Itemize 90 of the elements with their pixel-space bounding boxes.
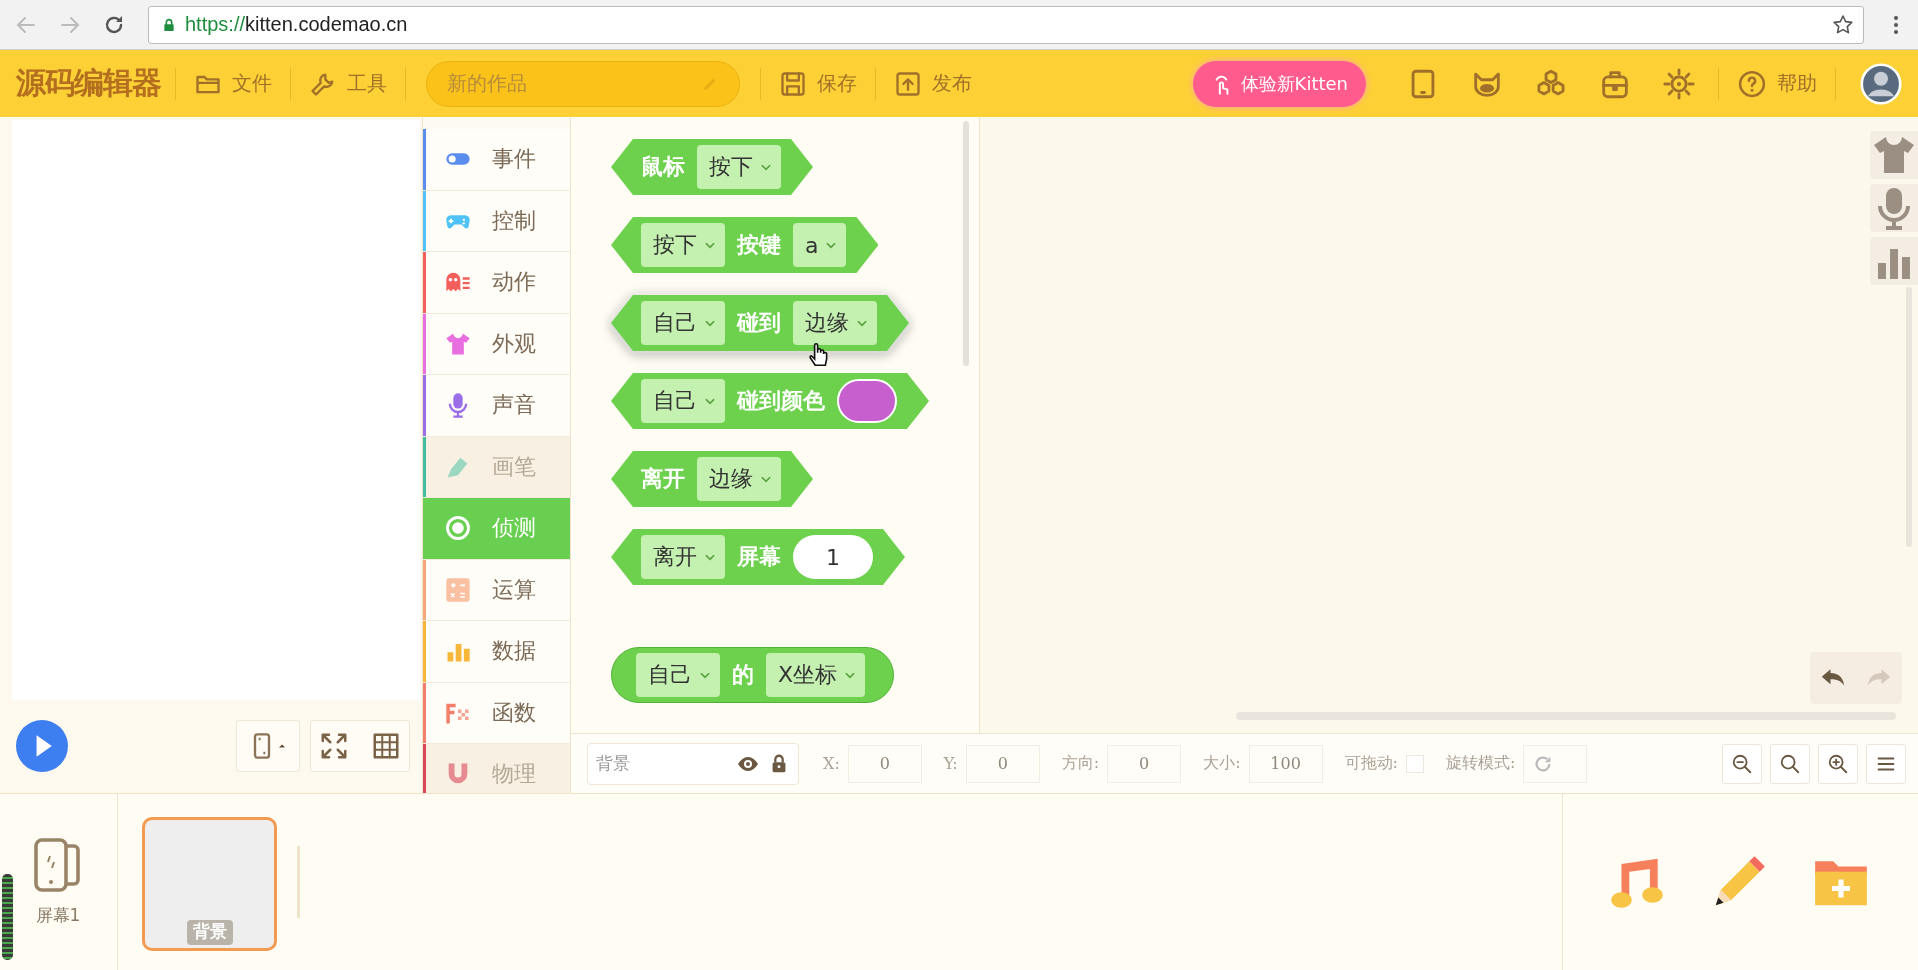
help-icon xyxy=(1737,68,1767,99)
menu-button[interactable]: 文件 xyxy=(190,69,276,98)
code-block[interactable]: 自己 碰到 边缘 xyxy=(611,295,909,351)
address-bar[interactable]: https://kitten.codemao.cn xyxy=(148,5,1864,44)
category-item[interactable]: 外观 xyxy=(423,313,570,375)
number-input[interactable]: 1 xyxy=(793,535,873,579)
property-label: 可拖动: xyxy=(1344,753,1398,774)
block-label: 离开 xyxy=(641,465,685,493)
property-input[interactable]: 0 xyxy=(1107,744,1182,783)
code-block[interactable]: 离开 边缘 xyxy=(611,451,813,507)
toolbar-button[interactable]: 发布 xyxy=(890,69,976,98)
code-block[interactable]: 鼠标 按下 xyxy=(611,139,813,195)
block-dropdown[interactable]: 边缘 xyxy=(793,301,877,345)
category-item[interactable]: 函数 xyxy=(423,682,570,744)
block-label: 碰到 xyxy=(737,309,781,337)
property-label: 大小: xyxy=(1203,753,1241,774)
bar-chart-icon[interactable] xyxy=(1870,237,1918,285)
property-label: Y: xyxy=(943,754,958,773)
save-icon xyxy=(779,69,807,98)
category-item[interactable]: 运算 xyxy=(423,559,570,621)
code-block[interactable]: 按下 按键 a xyxy=(611,217,879,273)
block-dropdown[interactable]: 自己 xyxy=(636,653,720,697)
property-input[interactable]: 0 xyxy=(965,744,1040,783)
promo-button[interactable]: 体验新Kitten xyxy=(1192,60,1366,107)
play-button[interactable] xyxy=(16,720,68,772)
menu-icon[interactable] xyxy=(1866,743,1906,784)
block-dropdown[interactable]: 边缘 xyxy=(697,457,781,501)
device-button[interactable] xyxy=(236,720,300,772)
block-dropdown[interactable]: 自己 xyxy=(641,301,725,345)
scrollbar[interactable] xyxy=(963,121,969,366)
shirt-icon[interactable] xyxy=(1870,131,1918,179)
lock-icon xyxy=(161,16,177,33)
logo-text: 源码编辑器 xyxy=(16,64,161,102)
category-label: 数据 xyxy=(492,637,536,666)
sprite-name-field[interactable]: 背景 xyxy=(587,742,799,785)
category-icon xyxy=(444,575,472,604)
grid-icon[interactable] xyxy=(371,731,401,761)
help-button[interactable]: 帮助 xyxy=(1733,68,1821,99)
block-dropdown[interactable]: 离开 xyxy=(641,535,725,579)
property-input[interactable]: 100 xyxy=(1248,744,1323,783)
fullscreen-icon[interactable] xyxy=(319,731,349,761)
thumbnail-label: 背景 xyxy=(186,920,233,945)
category-label: 动作 xyxy=(492,268,536,297)
block-label: 按键 xyxy=(737,231,781,259)
category-item[interactable]: 动作 xyxy=(423,252,570,314)
category-label: 运算 xyxy=(492,575,536,604)
code-block[interactable]: 离开 屏幕 1 xyxy=(611,529,905,585)
settings-icon[interactable] xyxy=(1662,66,1696,101)
block-dropdown[interactable]: 自己 xyxy=(641,379,725,423)
zoom-out-icon[interactable] xyxy=(1722,743,1762,784)
color-swatch[interactable] xyxy=(837,379,897,423)
code-block[interactable]: 自己 碰到颜色 xyxy=(611,373,929,429)
category-item[interactable]: 声音 xyxy=(423,375,570,437)
block-label: 屏幕 xyxy=(737,543,781,571)
block-dropdown[interactable]: a xyxy=(793,223,847,267)
draggable-checkbox[interactable] xyxy=(1405,754,1424,773)
block-label: 碰到颜色 xyxy=(737,387,825,415)
menu-button[interactable]: 工具 xyxy=(305,69,391,98)
resize-handle[interactable] xyxy=(2,874,13,960)
block-dropdown[interactable]: 按下 xyxy=(641,223,725,267)
category-label: 画笔 xyxy=(492,452,536,481)
avatar-icon[interactable] xyxy=(1860,62,1902,105)
toolbar-button[interactable]: 保存 xyxy=(775,69,861,98)
property-label: 旋转模式: xyxy=(1445,753,1516,774)
block-label: 鼠标 xyxy=(641,153,685,181)
zoom-in-icon[interactable] xyxy=(1818,743,1858,784)
rotation-mode-button[interactable] xyxy=(1523,744,1588,783)
category-item[interactable]: 控制 xyxy=(423,190,570,252)
category-label: 声音 xyxy=(492,391,536,420)
property-input[interactable]: 0 xyxy=(847,744,922,783)
category-label: 函数 xyxy=(492,698,536,727)
microphone-icon[interactable] xyxy=(1870,184,1918,232)
category-label: 侦测 xyxy=(492,514,536,543)
category-label: 控制 xyxy=(492,206,536,235)
category-item[interactable]: 数据 xyxy=(423,621,570,683)
property-label: X: xyxy=(823,754,840,773)
block-dropdown[interactable]: 按下 xyxy=(697,145,781,189)
block-label: 的 xyxy=(732,661,754,689)
screen-item[interactable]: 屏幕1 xyxy=(32,837,84,927)
category-label: 物理 xyxy=(492,760,536,789)
block-dropdown[interactable]: X坐标 xyxy=(766,653,866,697)
category-icon xyxy=(444,514,472,543)
category-item[interactable]: 事件 xyxy=(423,129,570,191)
upload-icon xyxy=(894,69,922,98)
code-block[interactable]: 自己 的 X坐标 xyxy=(611,647,895,703)
property-label: 方向: xyxy=(1061,753,1100,774)
search-icon[interactable] xyxy=(1770,743,1810,784)
category-label: 外观 xyxy=(492,329,536,358)
category-label: 事件 xyxy=(492,145,536,174)
url-text: https://kitten.codemao.cn xyxy=(185,13,408,36)
